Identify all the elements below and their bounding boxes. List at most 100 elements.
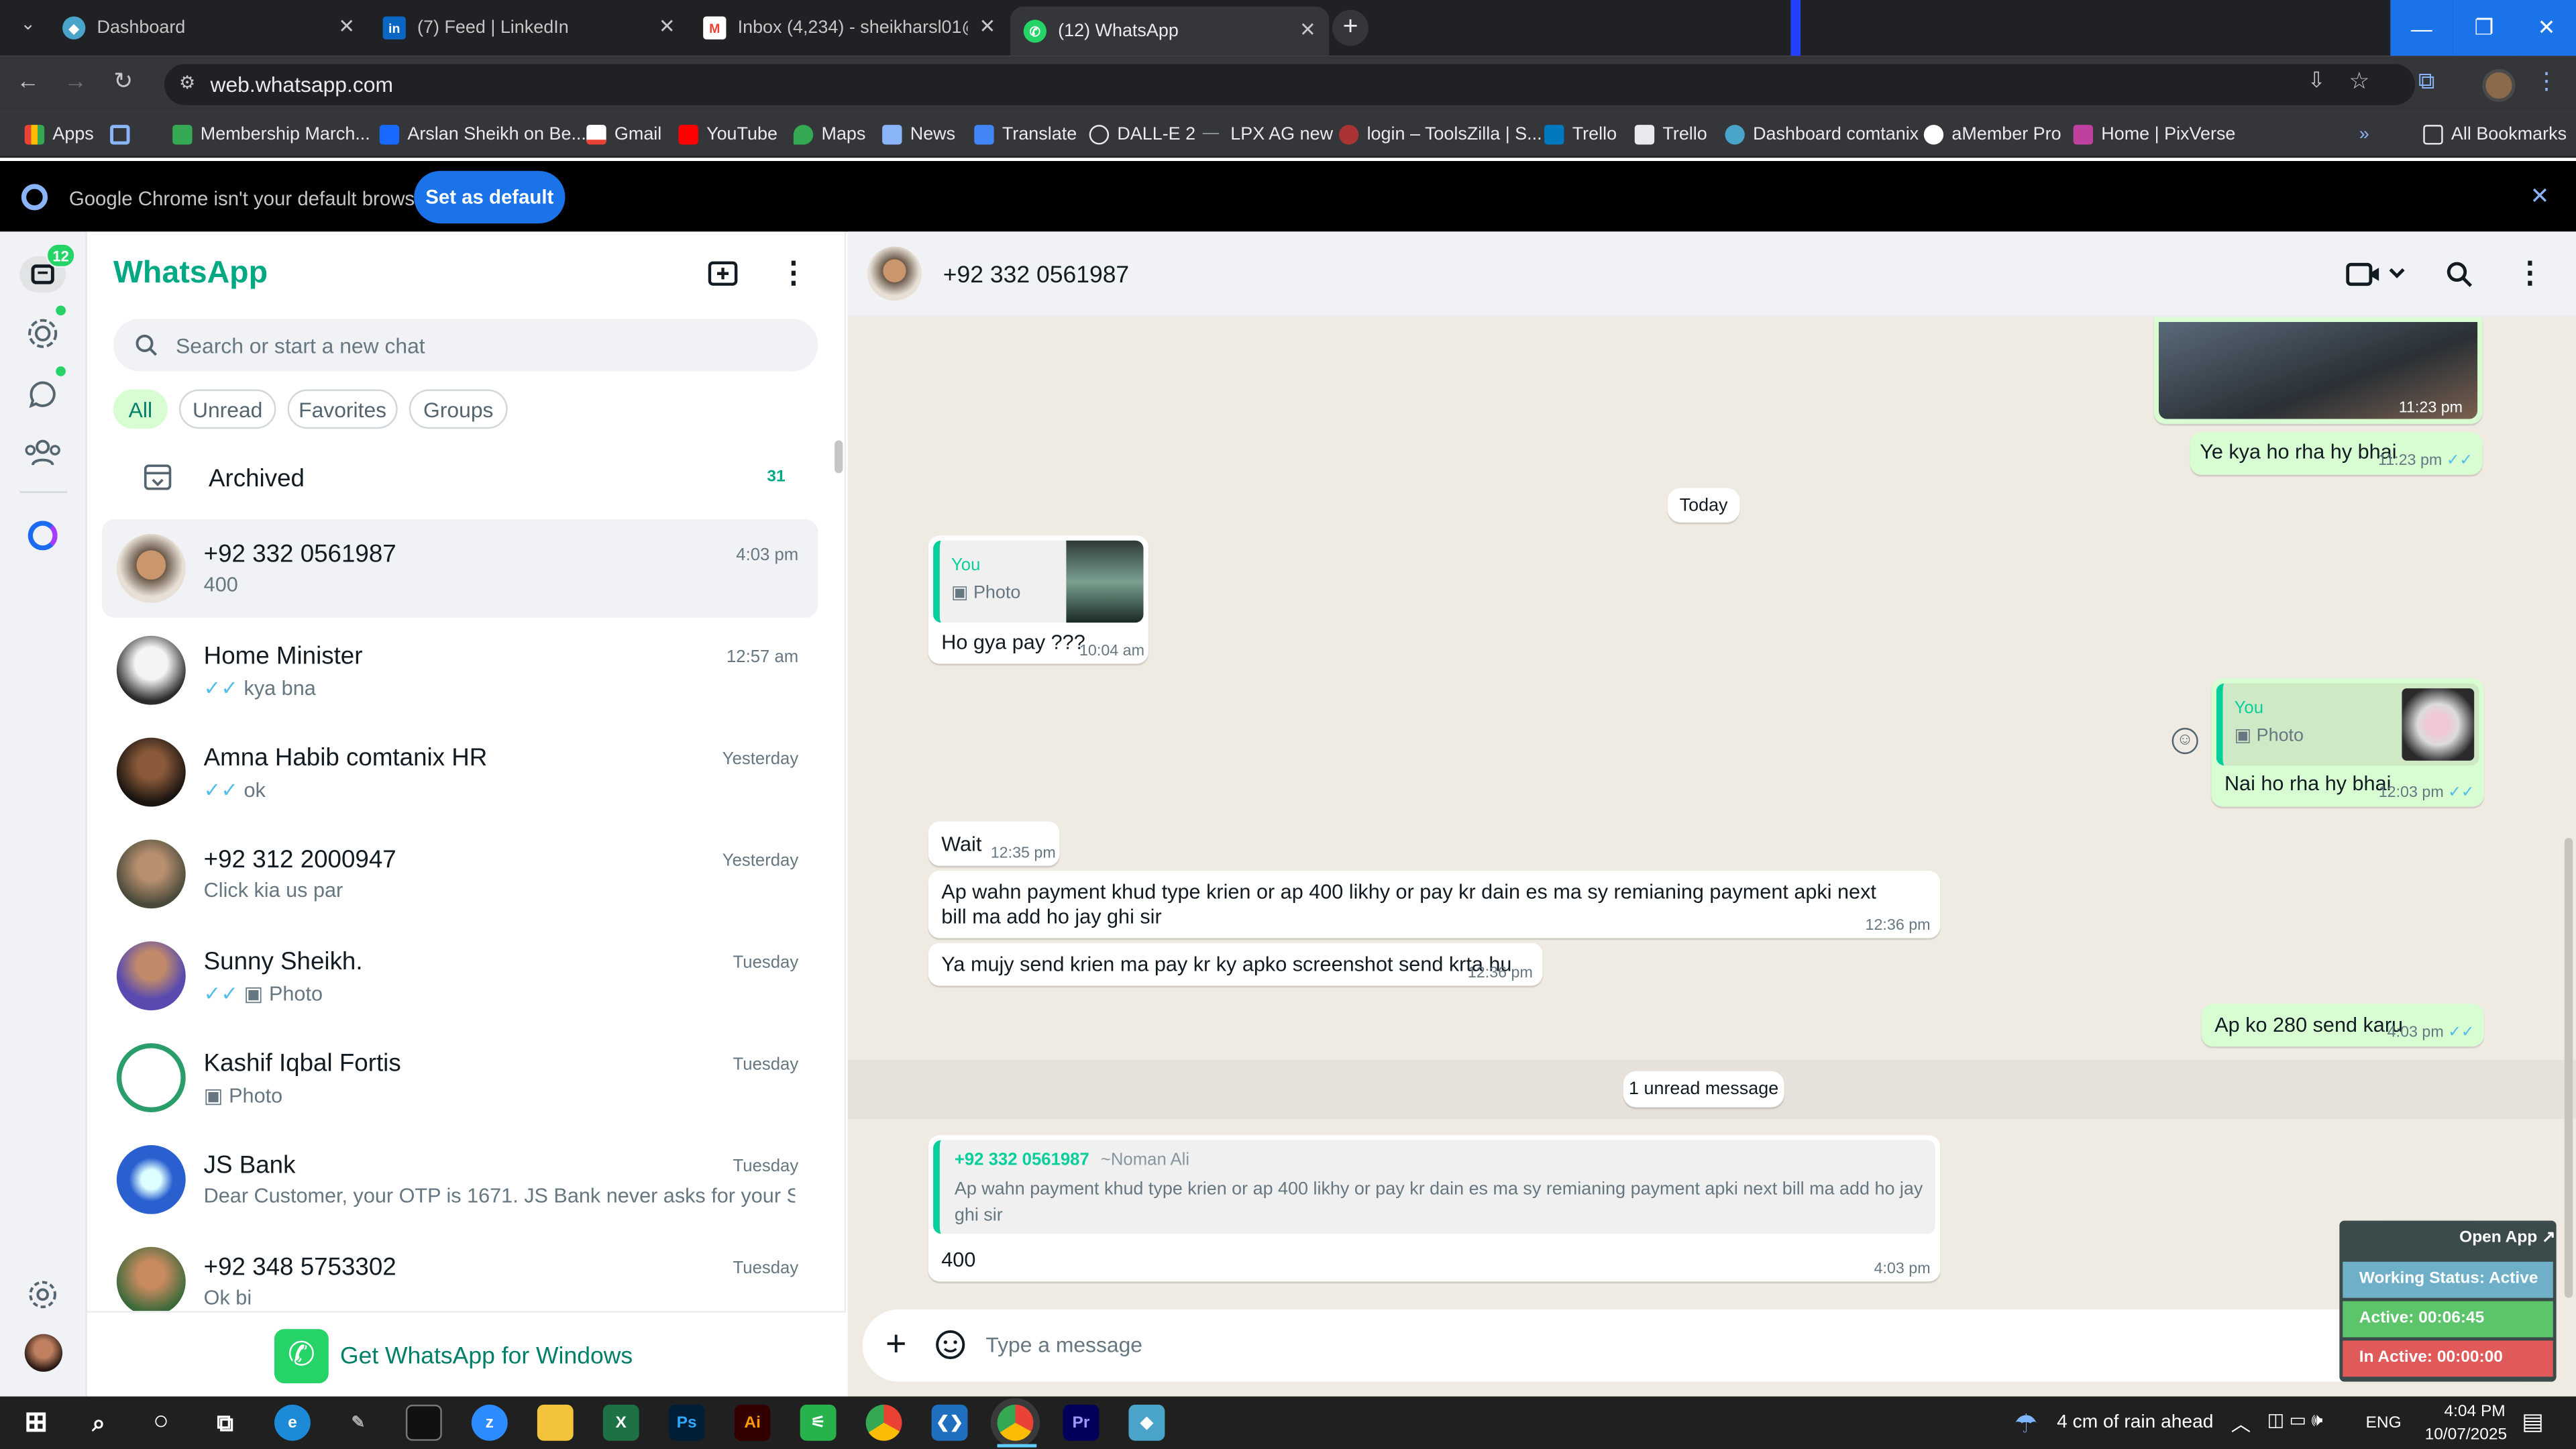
emoji-reaction-icon[interactable]: ☺ xyxy=(2171,727,2198,755)
tray-chevron-icon[interactable]: ︿ xyxy=(2231,1409,2251,1438)
close-infobar-icon[interactable]: ✕ xyxy=(2530,182,2549,211)
new-chat-button[interactable] xyxy=(706,260,739,289)
camtasia-icon[interactable]: ⚟ xyxy=(800,1404,837,1441)
clock-time[interactable]: 4:04 PM xyxy=(2426,1403,2505,1421)
more-bookmarks-icon[interactable]: » xyxy=(2359,121,2369,148)
message-incoming[interactable]: You ▣ Photo Ho gya pay ??? 10:04 am xyxy=(928,535,1148,664)
address-bar[interactable]: ⚙ web.whatsapp.com xyxy=(164,64,2416,105)
install-app-icon[interactable]: ⇩ xyxy=(2302,67,2331,100)
close-tab-icon[interactable]: ✕ xyxy=(659,15,676,38)
attach-plus-icon[interactable]: + xyxy=(885,1322,906,1365)
zoom-icon[interactable]: z xyxy=(471,1404,508,1441)
chat-item[interactable]: Amna Habib comtanix HR ✓✓ ok Yesterday xyxy=(102,723,818,822)
bookmark-1[interactable]: Membership March... xyxy=(172,121,370,148)
header-contact-name[interactable]: +92 332 0561987 xyxy=(943,263,1129,289)
menu-icon[interactable]: ⋮ xyxy=(779,256,808,290)
tab-dashboard[interactable]: ◆ Dashboard ✕ xyxy=(49,7,368,50)
tab-search-icon[interactable]: ⌄ xyxy=(13,13,43,46)
extensions-icon[interactable]: ⧉ xyxy=(2412,67,2441,100)
bookmark-3[interactable]: Gmail xyxy=(586,121,661,148)
site-info-icon[interactable]: ⚙ xyxy=(179,72,195,93)
get-app-banner[interactable]: ✆ Get WhatsApp for Windows xyxy=(87,1311,847,1397)
tray-icons[interactable]: ◫ ▭ 🕪︎ xyxy=(2267,1409,2323,1432)
close-tab-icon[interactable]: ✕ xyxy=(1299,18,1316,41)
close-tab-icon[interactable]: ✕ xyxy=(979,15,996,38)
minimize-button[interactable]: — xyxy=(2390,0,2453,56)
forward-icon[interactable]: → xyxy=(61,67,91,100)
quoted-message[interactable]: You ▣ Photo xyxy=(2216,683,2479,766)
tab-whatsapp[interactable]: ✆ (12) WhatsApp ✕ xyxy=(1010,6,1330,56)
clock-date[interactable]: 10/07/2025 xyxy=(2408,1426,2508,1444)
chat-item[interactable]: Home Minister ✓✓ kya bna 12:57 am xyxy=(102,621,818,720)
bookmark-15[interactable]: Home | PixVerse xyxy=(2073,121,2235,148)
restore-button[interactable]: ❐ xyxy=(2453,0,2516,56)
bookmark-5[interactable]: Maps xyxy=(793,121,865,148)
quoted-message[interactable]: You ▣ Photo xyxy=(933,540,1144,623)
my-profile-avatar[interactable] xyxy=(24,1334,63,1372)
start-icon[interactable]: ⊞ xyxy=(18,1405,54,1441)
message-composer[interactable]: + Type a message xyxy=(862,1309,2555,1382)
bookmark-13[interactable]: Dashboard comtanix xyxy=(1725,121,1919,148)
bookmark-4[interactable]: YouTube xyxy=(678,121,777,148)
quoted-message[interactable]: +92 332 0561987 ~Noman Ali Ap wahn payme… xyxy=(933,1140,1935,1234)
bookmark-14[interactable]: aMember Pro xyxy=(1923,121,2061,148)
message-incoming[interactable]: +92 332 0561987 ~Noman Ali Ap wahn payme… xyxy=(928,1135,1941,1282)
all-bookmarks[interactable]: All Bookmarks xyxy=(2423,121,2567,148)
tab-gmail[interactable]: M Inbox (4,234) - sheikharsl01@g ✕ xyxy=(690,7,1009,50)
close-tab-icon[interactable]: ✕ xyxy=(338,15,355,38)
message-outgoing[interactable]: You ▣ Photo Nai ho rha hy bhai 12:03 pm … xyxy=(2211,678,2484,807)
conversation-scrollbar[interactable] xyxy=(2564,837,2573,1298)
chrome-icon[interactable] xyxy=(865,1404,902,1441)
message-incoming[interactable]: Ya mujy send krien ma pay kr ky apko scr… xyxy=(928,943,1543,986)
pen-icon[interactable]: ✎ xyxy=(340,1405,376,1441)
file-explorer-icon[interactable] xyxy=(537,1404,574,1441)
bookmark-star-icon[interactable]: ☆ xyxy=(2345,67,2374,100)
message-input[interactable]: Type a message xyxy=(985,1332,1142,1357)
filter-groups[interactable]: Groups xyxy=(409,389,508,429)
tab-linkedin[interactable]: in (7) Feed | LinkedIn ✕ xyxy=(370,7,688,50)
bookmark-8[interactable]: DALL-E 2 xyxy=(1089,121,1195,148)
chat-item[interactable]: +92 312 2000947 Click kia us par Yesterd… xyxy=(102,824,818,923)
edge-icon[interactable]: e xyxy=(274,1404,311,1441)
bookmark-6[interactable]: News xyxy=(882,121,955,148)
message-incoming[interactable]: Ap wahn payment khud type krien or ap 40… xyxy=(928,870,1941,938)
cortana-icon[interactable]: ○ xyxy=(143,1405,179,1441)
chat-item[interactable]: JS Bank Dear Customer, your OTP is 1671.… xyxy=(102,1130,818,1229)
app-icon[interactable]: ◆ xyxy=(1128,1404,1165,1441)
chat-item[interactable]: Sunny Sheikh. ✓✓ ▣ Photo Tuesday xyxy=(102,926,818,1025)
conversation-menu-icon[interactable]: ⋮ xyxy=(2515,256,2544,290)
filter-unread[interactable]: Unread xyxy=(178,389,276,429)
reload-icon[interactable]: ↻ xyxy=(109,67,138,100)
bookmark-11[interactable]: Trello xyxy=(1544,121,1617,148)
close-window-button[interactable]: ✕ xyxy=(2515,0,2576,56)
vscode-icon[interactable]: ❮❯ xyxy=(931,1404,968,1441)
chat-item[interactable]: Kashif Iqbal Fortis ▣ Photo Tuesday xyxy=(102,1028,818,1127)
settings-nav[interactable] xyxy=(26,1278,59,1311)
bookmark-10[interactable]: login – ToolsZilla | S... xyxy=(1338,121,1542,148)
chat-item[interactable]: +92 348 5753302 Ok bi Tuesday xyxy=(102,1232,818,1311)
chrome-active-icon[interactable] xyxy=(997,1404,1034,1441)
communities-nav[interactable] xyxy=(23,437,62,466)
language-indicator[interactable]: ENG xyxy=(2366,1415,2402,1433)
bookmark-2[interactable]: Arslan Sheikh on Be... xyxy=(379,121,586,148)
bookmark-12[interactable]: Trello xyxy=(1634,121,1707,148)
channels-nav[interactable] xyxy=(26,378,59,411)
archived-row[interactable]: Archived 31 xyxy=(102,447,818,509)
bookmark-apps[interactable]: Apps xyxy=(24,121,94,148)
weather-text[interactable]: 4 cm of rain ahead xyxy=(2057,1413,2213,1432)
video-call-button[interactable] xyxy=(2346,261,2412,287)
chat-list-scrollbar[interactable] xyxy=(835,440,843,474)
open-app-link[interactable]: Open App ↗ xyxy=(2459,1229,2555,1247)
premiere-icon[interactable]: Pr xyxy=(1063,1404,1099,1441)
status-nav[interactable] xyxy=(26,317,59,350)
bookmark-grid[interactable] xyxy=(110,121,138,148)
meta-ai-icon[interactable] xyxy=(28,521,58,551)
message-incoming[interactable]: Wait 12:35 pm xyxy=(928,821,1060,866)
search-chat-button[interactable] xyxy=(2447,261,2473,287)
set-default-button[interactable]: Set as default xyxy=(414,170,566,224)
filter-all[interactable]: All xyxy=(113,389,168,429)
new-tab-button[interactable]: + xyxy=(1332,9,1369,46)
message-outgoing[interactable]: Ap ko 280 send karu 4:03 pm ✓✓ xyxy=(2201,1004,2484,1047)
chrome-menu-icon[interactable]: ⋮ xyxy=(2532,67,2561,100)
filter-favorites[interactable]: Favorites xyxy=(287,389,398,429)
